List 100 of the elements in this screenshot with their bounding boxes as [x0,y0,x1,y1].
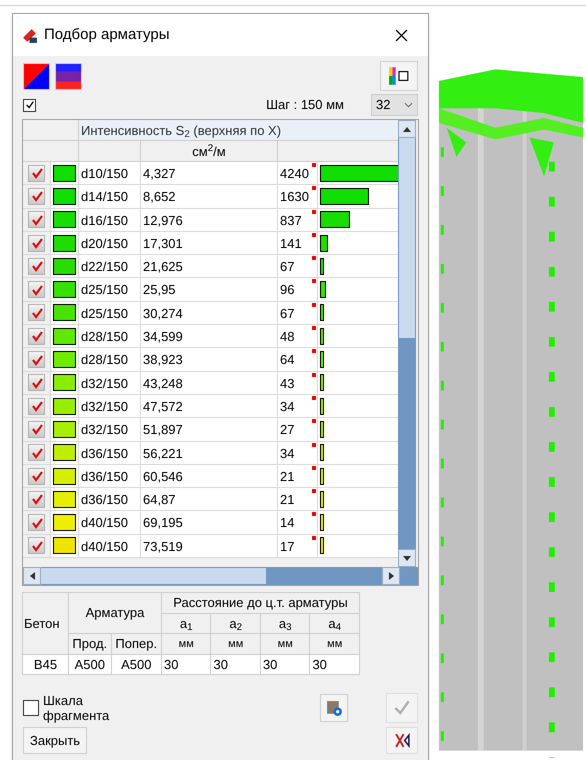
row-checkbox[interactable] [28,328,45,345]
column-header: мм [310,634,360,654]
row-checkbox[interactable] [28,514,45,532]
checkbox[interactable] [23,98,36,112]
row-checkbox[interactable] [28,281,45,298]
row-checkbox[interactable] [28,537,45,554]
column-header: Попер. [111,634,162,654]
check-icon [30,237,42,250]
table-cell: d28/150 [79,348,141,371]
horizontal-scrollbar[interactable] [23,567,418,585]
column-header: Интенсивность S$_{2}$ (верхняя по X) [79,120,398,140]
bar-fill [320,351,324,368]
table-cell-text: 17 [279,538,296,556]
table-cell: B45 [22,654,68,674]
check-icon [30,423,42,436]
row-checkbox[interactable] [28,211,45,228]
checkbox-label: Шкала фрагмента [43,693,110,723]
app-icon [21,26,38,44]
check-icon [30,400,42,412]
table-cell: 64,87 [141,488,278,510]
chevron-down-icon [404,102,413,108]
table-cell: d36/150 [79,464,141,488]
bar-fill [320,374,324,392]
row-checkbox[interactable] [28,188,45,205]
table-cell-text: 141 [279,234,303,253]
striped-fill-button[interactable] [55,62,82,90]
check-icon [30,354,42,366]
scissors-button[interactable] [386,727,418,754]
column-header: см$^{2}$/м [141,141,278,161]
row-checkbox[interactable] [28,374,45,392]
diagonal-fill-button[interactable] [23,62,50,90]
table-cell: 47,572 [141,394,278,418]
table-cell-text: 1630 [279,188,310,206]
bar-fill [320,188,369,205]
bar-fill [320,537,324,554]
marker-icon [312,163,316,167]
column-header: Прод. [68,634,112,654]
row-checkbox[interactable] [28,351,45,368]
check-icon [24,100,34,110]
close-icon[interactable] [395,28,408,42]
table-cell-text: 43 [279,374,296,393]
close-button[interactable]: Закрыть [23,727,88,754]
marker-icon [312,232,316,237]
settings-icon [326,700,342,716]
table-cell: 4,327 [141,162,278,184]
marker-icon [312,419,316,424]
table-cell: 43,248 [141,372,278,394]
column-header: a$_{2}$ [210,613,260,634]
column-header: Арматура [68,592,162,634]
table-cell: d36/150 [79,488,141,510]
row-checkbox[interactable] [28,444,45,462]
row-checkbox[interactable] [28,234,45,252]
marker-icon [312,372,316,377]
palette-button[interactable] [380,61,418,91]
step-label: Шаг : 150 мм [266,96,344,114]
column-header: мм [260,634,310,654]
checkbox[interactable] [23,700,39,716]
marker-icon [312,489,316,494]
table-cell: d14/150 [79,185,141,208]
table-cell-text: 21 [279,468,296,486]
table-cell: 73,519 [141,534,278,558]
column-header: a$_{4}$ [310,613,360,634]
row-checkbox[interactable] [28,490,45,508]
table-cell: 8,652 [141,185,278,208]
table-cell-text: 34 [279,398,296,416]
bar-fill [320,281,326,298]
arrow-down-icon [403,556,411,560]
table-cell-text: 4240 [279,165,310,183]
table-cell: d32/150 [79,372,141,394]
row-checkbox[interactable] [28,398,45,415]
row-checkbox[interactable] [28,468,45,484]
table-cell: d40/150 [79,511,141,534]
check-icon [30,446,42,459]
table-cell-text: 837 [279,212,303,230]
vertical-scrollbar[interactable] [398,120,416,567]
check-icon [30,214,42,226]
table-cell-text: 14 [279,514,296,532]
table-cell: A500 [68,654,112,674]
bar-fill [320,234,328,252]
bar-fill [320,468,324,484]
bar-fill [320,398,324,415]
row-checkbox[interactable] [28,420,45,438]
table-cell-text: 21 [279,491,296,510]
row-checkbox[interactable] [28,164,45,182]
column-header: мм [210,634,260,654]
bar-fill [320,490,324,508]
table-cell: d20/150 [79,232,141,254]
marker-icon [312,279,316,284]
table-cell: d22/150 [79,255,141,278]
settings-button[interactable] [320,694,348,722]
table-cell: A500 [111,654,162,674]
table-cell: 51,897 [141,418,278,441]
row-checkbox[interactable] [28,258,45,275]
table-cell-text: 48 [279,328,296,346]
table-cell: 17,301 [141,232,278,254]
check-icon [30,284,42,296]
row-checkbox[interactable] [28,304,45,322]
table-cell: 38,923 [141,348,278,371]
count-dropdown[interactable]: 32 [371,94,418,116]
table-cell-text: 64 [279,351,296,370]
